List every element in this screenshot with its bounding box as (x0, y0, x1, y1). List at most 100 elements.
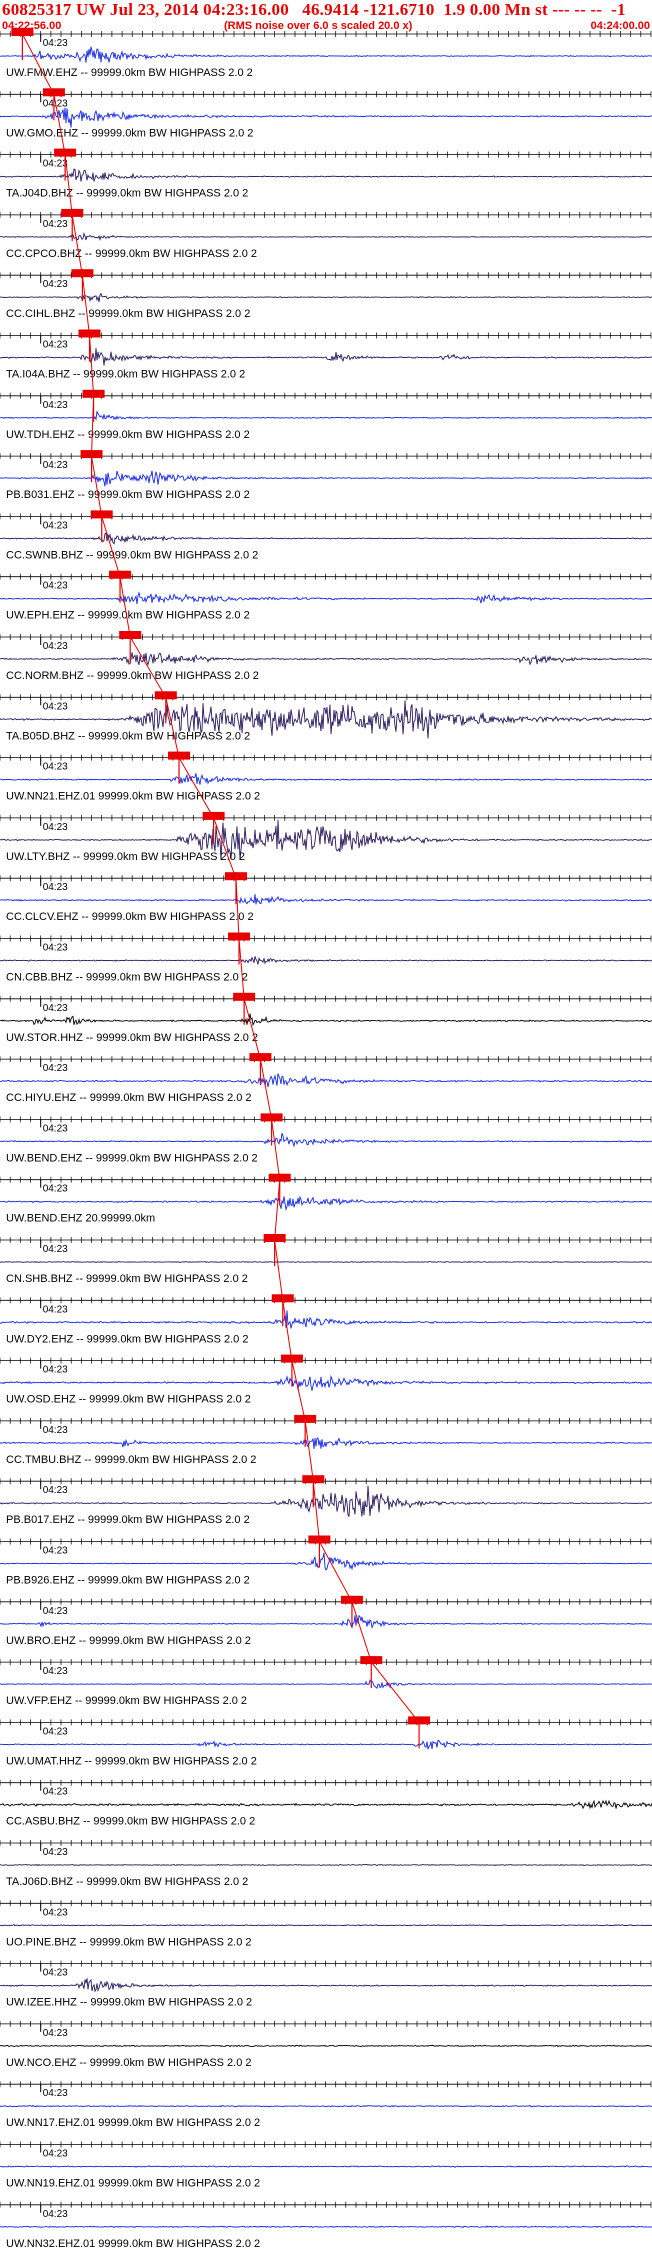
trace-15: 04:23 CN.CBB.BHZ -- 99999.0km BW HIGHPASS… (0, 932, 652, 984)
waveform (0, 1863, 652, 1867)
minute-label: 04:23 (43, 520, 68, 531)
waveform (0, 168, 652, 182)
trace-17: 04:23 CC.HIYU.EHZ -- 99999.0km BW HIGHPAS… (0, 1053, 652, 1104)
waveform (0, 1485, 652, 1518)
waveform (0, 532, 652, 545)
minute-label: 04:23 (43, 701, 68, 712)
trace-36: 04:23 UW.NN32.EHZ.01 99999.0km BW HIGHPAS… (0, 2201, 652, 2250)
minute-label: 04:23 (43, 1907, 68, 1918)
waveform (0, 1614, 652, 1630)
minute-label: 04:23 (43, 1365, 68, 1376)
trace-8: 04:23 CC.SWNB.BHZ -- 99999.0km BW HIGHPAS… (0, 510, 652, 561)
station-label: TA.B05D.BHZ -- 99999.0km BW HIGHPASS 2.0… (6, 730, 250, 742)
waveform (0, 1739, 652, 1750)
trace-10: 04:23 CC.NORM.BHZ -- 99999.0km BW HIGHPAS… (0, 631, 652, 682)
station-label: PB.B017.EHZ -- 99999.0km BW HIGHPASS 2.0… (6, 1514, 250, 1526)
waveform (0, 1195, 652, 1212)
station-label: UW.LTY.BHZ -- 99999.0km BW HIGHPASS 2.0 … (6, 851, 245, 863)
trace-5: 04:23 TA.I04A.BHZ -- 99999.0km BW HIGHPAS… (0, 329, 652, 381)
station-label: CC.HIYU.EHZ -- 99999.0km BW HIGHPASS 2.0… (6, 1092, 252, 1104)
trace-16: 04:23 UW.STOR.HHZ -- 99999.0km BW HIGHPAS… (0, 992, 652, 1044)
waveform (0, 107, 652, 128)
station-label: CC.CLCV.EHZ -- 99999.0km BW HIGHPASS 2.0… (6, 911, 254, 923)
trace-6: 04:23 UW.TDH.EHZ -- 99999.0km BW HIGHPASS… (0, 389, 652, 441)
trace-13: 04:23 UW.LTY.BHZ -- 99999.0km BW HIGHPASS… (0, 811, 652, 863)
waveform (0, 894, 652, 905)
station-label: CC.SWNB.BHZ -- 99999.0km BW HIGHPASS 2.0… (6, 549, 258, 561)
waveform (0, 232, 652, 242)
minute-label: 04:23 (43, 219, 68, 230)
waveform (0, 46, 652, 63)
waveform (0, 652, 652, 666)
minute-label: 04:23 (43, 1606, 68, 1617)
minute-label: 04:23 (43, 641, 68, 652)
minute-label: 04:23 (43, 762, 68, 773)
waveform (0, 1310, 652, 1329)
waveform (0, 2225, 652, 2229)
trace-19: 04:23 UW.BEND.EHZ 20.99999.0km (0, 1173, 652, 1225)
station-label: UW.STOR.HHZ -- 99999.0km BW HIGHPASS 2.0… (6, 1032, 258, 1044)
station-label: UW.NN32.EHZ.01 99999.0km BW HIGHPASS 2.0… (6, 2238, 260, 2250)
trace-20: 04:23 CN.SHB.BHZ -- 99999.0km BW HIGHPASS… (0, 1234, 652, 1285)
minute-label: 04:23 (43, 2149, 68, 2160)
waveform (0, 1013, 652, 1027)
minute-label: 04:23 (43, 943, 68, 954)
trace-12: 04:23 UW.NN21.EHZ.01 99999.0km BW HIGHPAS… (0, 751, 652, 803)
trace-14: 04:23 CC.CLCV.EHZ -- 99999.0km BW HIGHPAS… (0, 872, 652, 923)
minute-label: 04:23 (43, 1968, 68, 1979)
station-label: CN.SHB.BHZ -- 99999.0km BW HIGHPASS 2.0 … (6, 1273, 248, 1285)
minute-label: 04:23 (43, 400, 68, 411)
minute-label: 04:23 (43, 1304, 68, 1315)
minute-label: 04:23 (43, 822, 68, 833)
trace-33: 04:23 UW.NCO.EHZ -- 99999.0km BW HIGHPASS… (0, 2020, 652, 2069)
minute-label: 04:23 (43, 2209, 68, 2220)
station-label: UW.BEND.EHZ -- 99999.0km BW HIGHPASS 2.0… (6, 1152, 258, 1164)
station-label: UW.UMAT.HHZ -- 99999.0km BW HIGHPASS 2.0… (6, 1755, 257, 1767)
trace-31: 04:23 UO.PINE.BHZ -- 99999.0km BW HIGHPAS… (0, 1900, 652, 1948)
minute-label: 04:23 (43, 1726, 68, 1737)
minute-label: 04:23 (43, 1184, 68, 1195)
trace-18: 04:23 UW.BEND.EHZ -- 99999.0km BW HIGHPAS… (0, 1113, 652, 1164)
waveform (0, 773, 652, 785)
station-label: UW.TDH.EHZ -- 99999.0km BW HIGHPASS 2.0 … (6, 429, 250, 441)
minute-label: 04:23 (43, 1063, 68, 1074)
minute-label: 04:23 (43, 460, 68, 471)
station-label: CC.ASBU.BHZ -- 99999.0km BW HIGHPASS 2.0… (6, 1816, 255, 1828)
trace-28: 04:23 UW.UMAT.HHZ -- 99999.0km BW HIGHPAS… (0, 1716, 652, 1767)
station-label: UW.NN21.EHZ.01 99999.0km BW HIGHPASS 2.0… (6, 791, 260, 803)
waveform (0, 1924, 652, 1927)
minute-label: 04:23 (43, 2028, 68, 2039)
waveform (0, 1437, 652, 1450)
trace-0: 04:23UW.FMW.EHZ -- 99999.0km BW HIGHPASS… (0, 28, 652, 79)
waveform (0, 2165, 652, 2168)
station-label: UW.GMO.EHZ -- 99999.0km BW HIGHPASS 2.0 … (6, 127, 253, 139)
minute-label: 04:23 (43, 1666, 68, 1677)
trace-11: 04:23 TA.B05D.BHZ -- 99999.0km BW HIGHPAS… (0, 691, 652, 742)
trace-1: 04:23UW.GMO.EHZ -- 99999.0km BW HIGHPASS… (0, 88, 652, 139)
station-label: TA.J06D.BHZ -- 99999.0km BW HIGHPASS 2.0… (6, 1876, 248, 1888)
minute-label: 04:23 (43, 1546, 68, 1557)
minute-label: 04:23 (43, 1003, 68, 1014)
trace-21: 04:23 UW.DY2.EHZ -- 99999.0km BW HIGHPASS… (0, 1294, 652, 1345)
minute-label: 04:23 (43, 581, 68, 592)
trace-3: 04:23 CC.CPCO.BHZ -- 99999.0km BW HIGHPAS… (0, 208, 652, 260)
minute-label: 04:23 (43, 159, 68, 170)
station-label: UW.OSD.EHZ -- 99999.0km BW HIGHPASS 2.0 … (6, 1394, 251, 1406)
station-label: CC.CPCO.BHZ -- 99999.0km BW HIGHPASS 2.0… (6, 248, 257, 260)
minute-label: 04:23 (43, 1485, 68, 1496)
minute-label: 04:23 (43, 1847, 68, 1858)
trace-29: 04:23 CC.ASBU.BHZ -- 99999.0km BW HIGHPAS… (0, 1779, 652, 1828)
trace-23: 04:23 CC.TMBU.BHZ -- 99999.0km BW HIGHPAS… (0, 1414, 652, 1466)
station-label: PB.B926.EHZ -- 99999.0km BW HIGHPASS 2.0… (6, 1575, 250, 1587)
trace-27: 04:23 UW.VFP.EHZ -- 99999.0km BW HIGHPASS… (0, 1656, 652, 1707)
trace-22: 04:23 UW.OSD.EHZ -- 99999.0km BW HIGHPASS… (0, 1354, 652, 1406)
waveform (0, 2044, 652, 2048)
minute-label: 04:23 (43, 882, 68, 893)
station-label: UW.IZEE.HHZ -- 99999.0km BW HIGHPASS 2.0… (6, 1997, 252, 2009)
station-label: UW.NN19.EHZ.01 99999.0km BW HIGHPASS 2.0… (6, 2178, 260, 2190)
station-label: UW.BEND.EHZ 20.99999.0km (6, 1213, 155, 1225)
waveform (0, 1073, 652, 1088)
station-label: UW.EPH.EHZ -- 99999.0km BW HIGHPASS 2.0 … (6, 610, 250, 622)
waveform (0, 1133, 652, 1148)
station-label: TA.I04A.BHZ -- 99999.0km BW HIGHPASS 2.0… (6, 369, 245, 381)
